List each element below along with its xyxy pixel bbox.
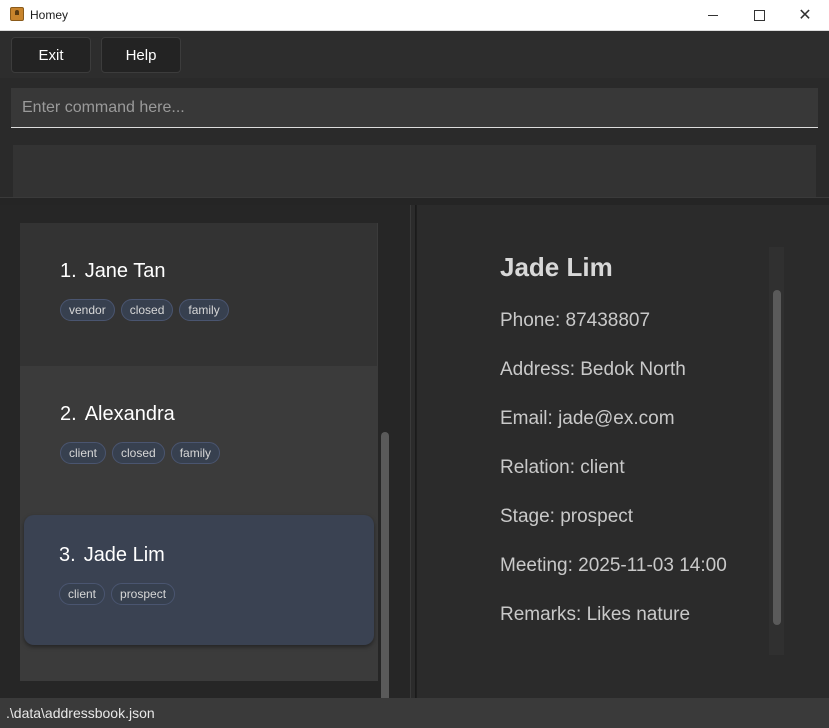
exit-button[interactable]: Exit (11, 37, 91, 73)
person-index: 3. (59, 544, 76, 566)
tag: closed (120, 299, 174, 321)
detail-email: Email: jade@ex.com (500, 408, 675, 429)
tag: family (179, 299, 229, 321)
help-button[interactable]: Help (101, 37, 181, 73)
tag-list: client closed family (60, 442, 221, 464)
horizontal-divider[interactable] (0, 197, 829, 205)
person-list-panel: 1. Jane Tan vendor closed family 2. Alexan… (0, 205, 411, 704)
minimize-button[interactable] (690, 0, 736, 30)
detail-phone: Phone: 87438807 (500, 310, 651, 331)
command-input[interactable] (11, 88, 818, 128)
person-name-text: Jade Lim (83, 544, 165, 566)
status-bar: .\data\addressbook.json (0, 698, 829, 728)
person-name: 1. Jane Tan (60, 260, 166, 283)
result-display (13, 145, 816, 197)
tag-list: client prospect (59, 583, 176, 605)
detail-relation: Relation: client (500, 457, 625, 478)
detail-name: Jade Lim (500, 252, 613, 282)
title-bar: Homey ✕ (0, 0, 829, 31)
minimize-icon (708, 14, 718, 16)
file-path: .\data\addressbook.json (6, 705, 155, 721)
person-index: 2. (60, 403, 77, 425)
person-card-selected[interactable]: 3. Jade Lim client prospect (24, 515, 374, 645)
list-scrollbar[interactable] (381, 432, 389, 704)
person-card[interactable]: 2. Alexandra client closed family (20, 366, 377, 509)
person-name-text: Alexandra (84, 403, 175, 425)
maximize-button[interactable] (736, 0, 782, 30)
vertical-divider[interactable] (410, 205, 416, 698)
command-area (0, 78, 829, 197)
tag: vendor (60, 299, 115, 321)
detail-scrollbar[interactable] (773, 290, 781, 625)
person-card-partial[interactable] (20, 653, 377, 681)
person-card[interactable]: 1. Jane Tan vendor closed family (20, 223, 377, 366)
person-list: 1. Jane Tan vendor closed family 2. Alexan… (20, 223, 378, 681)
person-detail-panel: Jade Lim Phone: 87438807 Address: Bedok … (417, 205, 829, 698)
person-index: 1. (60, 260, 77, 282)
tag: closed (112, 442, 165, 464)
close-button[interactable]: ✕ (782, 0, 828, 30)
tag: client (60, 442, 107, 464)
app-icon (10, 7, 24, 21)
person-name: 2. Alexandra (60, 403, 175, 426)
tag: family (170, 442, 221, 464)
maximize-icon (753, 9, 765, 21)
detail-meeting: Meeting: 2025-11-03 14:00 (500, 555, 727, 576)
window-title: Homey (30, 8, 69, 22)
close-icon: ✕ (798, 5, 812, 24)
tag: prospect (111, 583, 176, 605)
person-name-text: Jane Tan (84, 260, 166, 282)
detail-stage: Stage: prospect (500, 506, 634, 527)
tag: client (59, 583, 106, 605)
tag-list: vendor closed family (60, 299, 229, 321)
detail-address: Address: Bedok North (500, 359, 686, 380)
detail-remarks: Remarks: Likes nature (500, 604, 691, 625)
person-name: 3. Jade Lim (59, 544, 165, 567)
menu-bar: Exit Help (0, 31, 829, 78)
